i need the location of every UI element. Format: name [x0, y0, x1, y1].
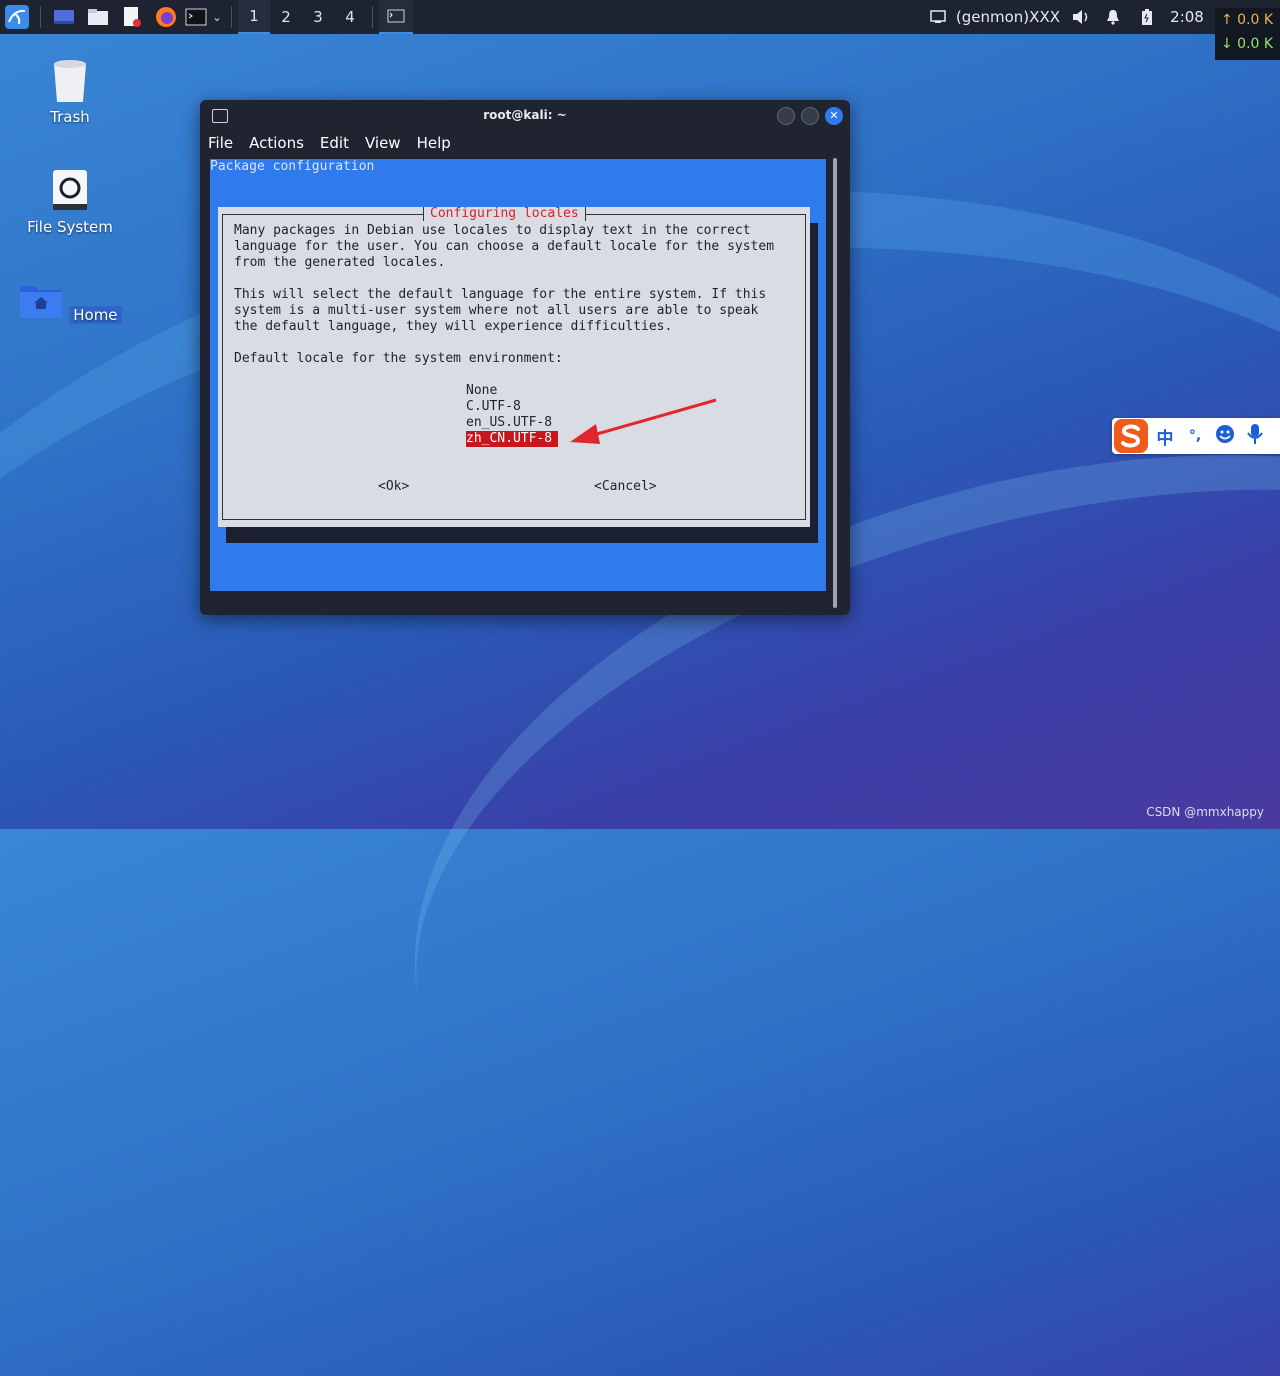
- dialog-title: Configuring locales: [423, 207, 586, 221]
- annotation-arrow: [570, 398, 717, 444]
- desktop-icon: [54, 10, 74, 24]
- workspace-4[interactable]: 4: [334, 0, 366, 34]
- desktop-icon-file-system[interactable]: File System: [15, 168, 125, 236]
- panel-separator: [231, 6, 232, 28]
- ime-toolbar[interactable]: 中 °,: [1112, 418, 1280, 454]
- mic-icon[interactable]: [1240, 423, 1270, 450]
- close-button[interactable]: ✕: [825, 107, 843, 125]
- ime-language-toggle[interactable]: 中: [1150, 424, 1180, 449]
- net-upload: ↑ 0.0 K: [1221, 12, 1274, 28]
- trash-icon: [54, 60, 86, 102]
- text-editor-launcher[interactable]: [115, 0, 149, 34]
- panel-separator: [40, 6, 41, 28]
- window-titlebar[interactable]: root@kali: ~ ✕: [200, 100, 850, 130]
- text-editor-icon: [124, 7, 141, 27]
- show-desktop-button[interactable]: [47, 0, 81, 34]
- desktop-icon-trash[interactable]: Trash: [15, 58, 125, 126]
- menu-help[interactable]: Help: [417, 134, 451, 152]
- chevron-down-icon[interactable]: ⌄: [209, 0, 225, 34]
- top-panel: ⌄ 1 2 3 4 (genmon)XXX 2:08: [0, 0, 1280, 34]
- menu-file[interactable]: File: [208, 134, 233, 152]
- kali-logo-icon: [5, 5, 29, 29]
- cancel-button[interactable]: <Cancel>: [594, 479, 657, 494]
- terminal-window: root@kali: ~ ✕ File Actions Edit View He…: [200, 100, 850, 615]
- menu-view[interactable]: View: [365, 134, 401, 152]
- desktop-icon-home[interactable]: Home: [15, 280, 125, 324]
- home-folder-icon: [20, 286, 63, 318]
- firefox-icon: [156, 7, 176, 27]
- kali-menu-button[interactable]: [0, 0, 34, 34]
- terminal-launcher[interactable]: [183, 0, 209, 34]
- dialog-paragraph-1: Many packages in Debian use locales to d…: [234, 223, 775, 270]
- battery-icon[interactable]: [1130, 0, 1164, 34]
- genmon-icon: [926, 0, 950, 34]
- network-monitor: ↑ 0.0 K ↓ 0.0 K: [1215, 8, 1280, 60]
- menu-edit[interactable]: Edit: [320, 134, 349, 152]
- workspace-1[interactable]: 1: [238, 0, 270, 34]
- emoji-icon[interactable]: [1210, 424, 1240, 449]
- clock[interactable]: 2:08: [1164, 0, 1210, 34]
- locale-option[interactable]: C.UTF-8: [466, 399, 558, 415]
- minimize-button[interactable]: [777, 107, 795, 125]
- watermark: CSDN @mmxhappy: [1146, 805, 1264, 819]
- firefox-launcher[interactable]: [149, 0, 183, 34]
- window-title: root@kali: ~: [483, 108, 567, 122]
- menu-actions[interactable]: Actions: [249, 134, 304, 152]
- desktop-icon-label: Trash: [50, 108, 90, 126]
- locale-dialog: Configuring locales Many packages in Deb…: [218, 207, 810, 527]
- terminal-icon: [387, 9, 405, 23]
- ime-punctuation-toggle[interactable]: °,: [1180, 428, 1210, 444]
- package-configuration-header: Package configuration: [210, 159, 375, 174]
- menubar: File Actions Edit View Help: [200, 130, 850, 156]
- sogou-logo-icon[interactable]: [1112, 418, 1150, 454]
- terminal-icon: [212, 109, 228, 123]
- terminal-scrollbar[interactable]: [833, 158, 837, 608]
- ok-button[interactable]: <Ok>: [378, 479, 409, 494]
- desktop-icon-label: File System: [27, 218, 113, 236]
- dialog-prompt: Default locale for the system environmen…: [234, 351, 563, 366]
- net-download: ↓ 0.0 K: [1221, 36, 1274, 52]
- file-manager-launcher[interactable]: [81, 0, 115, 34]
- locale-options-list: None C.UTF-8 en_US.UTF-8 zh_CN.UTF-8: [466, 383, 559, 447]
- panel-separator: [372, 6, 373, 28]
- workspace-3[interactable]: 3: [302, 0, 334, 34]
- workspace-2[interactable]: 2: [270, 0, 302, 34]
- genmon-label[interactable]: (genmon)XXX: [950, 0, 1066, 34]
- locale-option-selected[interactable]: zh_CN.UTF-8: [466, 431, 559, 447]
- scrollbar-thumb[interactable]: [833, 158, 837, 608]
- folder-icon: [88, 9, 108, 25]
- drive-icon: [53, 170, 87, 210]
- terminal-viewport[interactable]: Package configuration Configuring locale…: [210, 159, 826, 591]
- locale-option[interactable]: en_US.UTF-8: [466, 415, 558, 431]
- locale-option[interactable]: None: [466, 383, 558, 399]
- notification-bell-icon[interactable]: [1096, 0, 1130, 34]
- dialog-paragraph-2: This will select the default language fo…: [234, 287, 767, 334]
- desktop-icon-label: Home: [69, 306, 122, 324]
- maximize-button[interactable]: [801, 107, 819, 125]
- volume-icon[interactable]: [1066, 0, 1096, 34]
- taskbar-terminal-window[interactable]: [379, 0, 413, 34]
- terminal-icon: [185, 8, 207, 26]
